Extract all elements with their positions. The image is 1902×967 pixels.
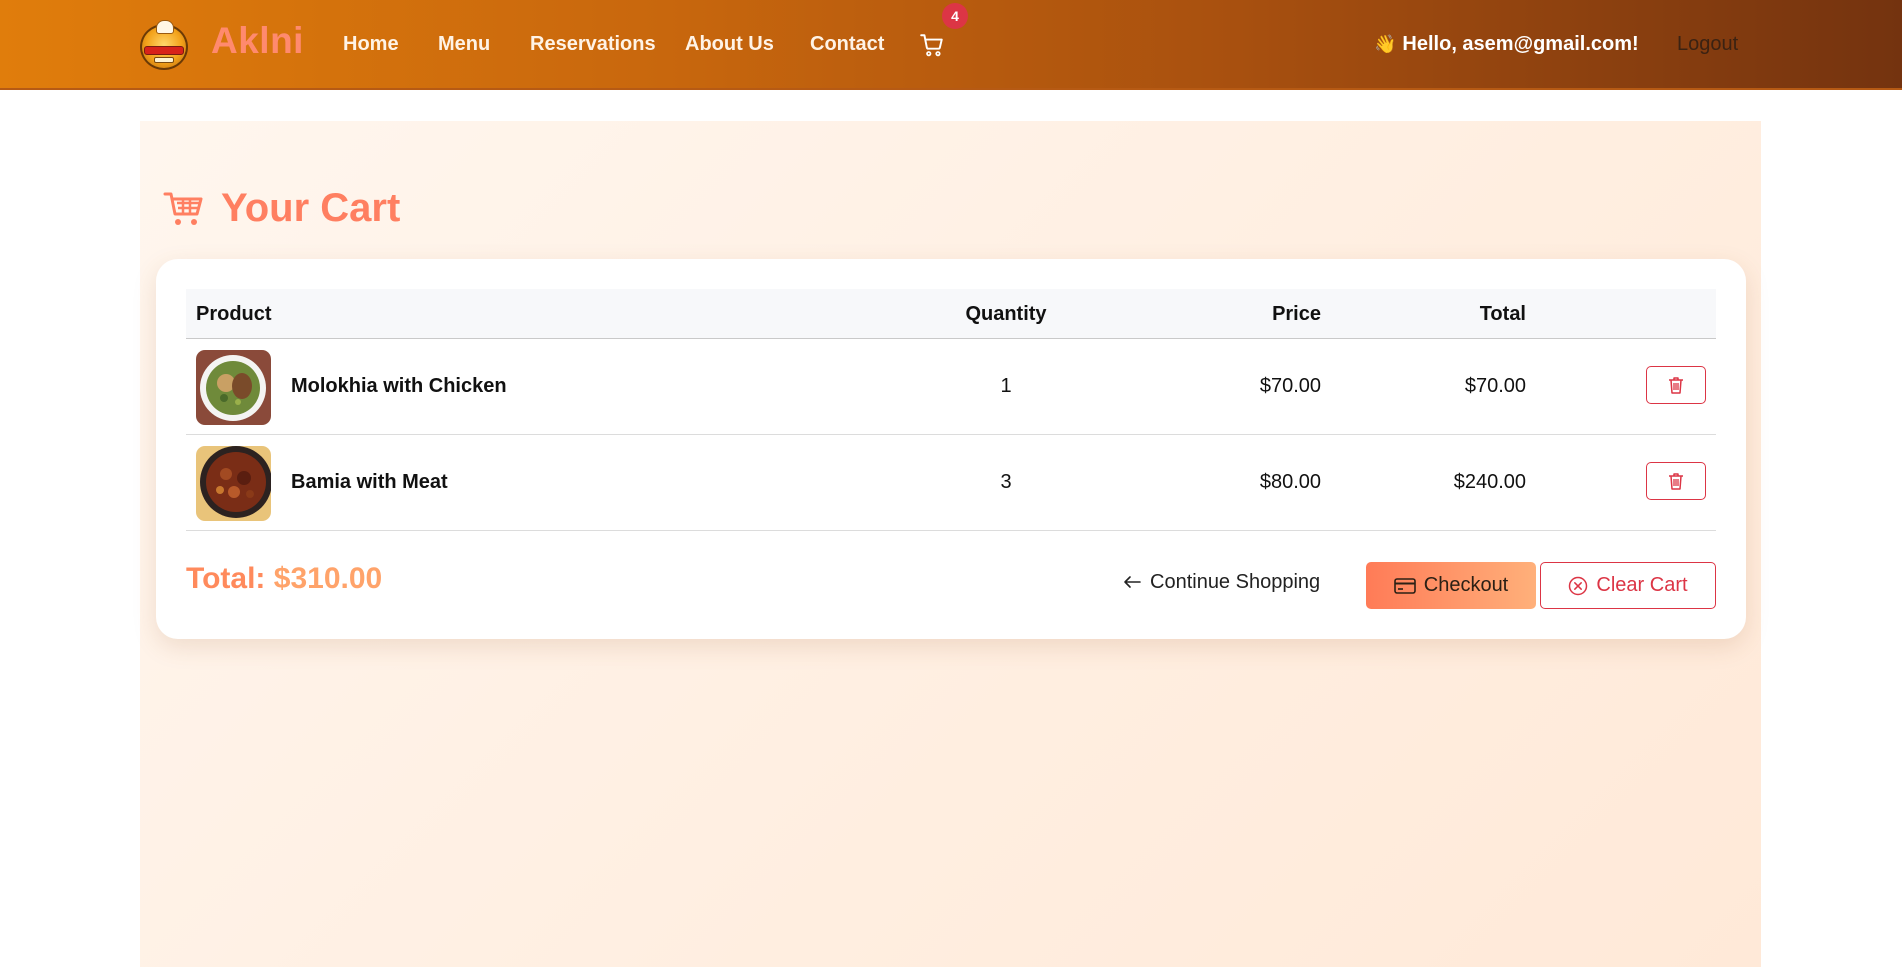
continue-shopping-label: Continue Shopping: [1150, 570, 1321, 593]
remove-item-button[interactable]: [1646, 366, 1706, 404]
clear-cart-label: Clear Cart: [1596, 574, 1688, 596]
cart-row: Bamia with Meat 3 $80.00 $240.00: [186, 435, 1716, 531]
checkout-button[interactable]: Checkout: [1366, 562, 1536, 609]
continue-shopping-button[interactable]: Continue Shopping: [1122, 562, 1320, 602]
product-quantity: 3: [1000, 471, 1012, 493]
waving-hand-icon: 👋: [1374, 34, 1397, 54]
nav-link-contact[interactable]: Contact: [810, 33, 884, 56]
header-product: Product: [196, 303, 272, 325]
user-greeting: 👋 Hello, asem@gmail.com!: [1374, 33, 1639, 56]
header-quantity: Quantity: [965, 303, 1047, 325]
cart-count-badge: 4: [942, 3, 968, 29]
product-price: $80.00: [1259, 471, 1321, 493]
trash-icon: [1669, 473, 1683, 490]
close-circle-icon: [1569, 576, 1588, 595]
navbar: Aklni Home Menu Reservations About Us Co…: [0, 0, 1902, 90]
product-total: $70.00: [1464, 375, 1526, 397]
credit-card-icon: [1393, 577, 1416, 594]
product-total: $240.00: [1453, 471, 1526, 493]
molokhia-dish-image: [196, 350, 271, 425]
logout-button[interactable]: Logout: [1677, 33, 1738, 56]
trash-icon: [1669, 377, 1683, 394]
page-title-text: Your Cart: [221, 186, 401, 230]
remove-item-button[interactable]: [1646, 462, 1706, 500]
nav-link-menu[interactable]: Menu: [438, 33, 490, 56]
nav-link-reservations[interactable]: Reservations: [530, 33, 656, 56]
greeting-text: Hello, asem@gmail.com!: [1402, 33, 1639, 55]
brand-name[interactable]: Aklni: [211, 20, 304, 62]
product-name: Bamia with Meat: [291, 471, 448, 493]
cart-card: Product Quantity Price Total Molokhia wi…: [156, 259, 1746, 639]
grand-total-value: $310.00: [273, 562, 383, 595]
header-price: Price: [1272, 303, 1321, 325]
checkout-label: Checkout: [1423, 574, 1509, 596]
cart-grand-total: Total: $310.00: [186, 562, 382, 596]
product-quantity: 1: [1000, 375, 1012, 397]
grand-total-label: Total:: [186, 562, 266, 595]
shopping-cart-icon: [163, 192, 203, 225]
cart-row: Molokhia with Chicken 1 $70.00 $70.00: [186, 339, 1716, 435]
nav-link-about-us[interactable]: About Us: [685, 33, 774, 56]
product-name: Molokhia with Chicken: [291, 375, 507, 397]
header-total: Total: [1479, 303, 1526, 325]
restaurant-logo-icon[interactable]: [140, 20, 188, 70]
product-price: $70.00: [1259, 375, 1321, 397]
cart-table-header: Product Quantity Price Total: [186, 289, 1716, 339]
page-title: Your Cart: [163, 186, 400, 231]
nav-link-home[interactable]: Home: [343, 33, 399, 56]
bamia-dish-image: [196, 446, 271, 521]
arrow-left-icon: [1124, 576, 1141, 588]
clear-cart-button[interactable]: Clear Cart: [1540, 562, 1716, 609]
shopping-cart-icon[interactable]: [919, 32, 945, 58]
